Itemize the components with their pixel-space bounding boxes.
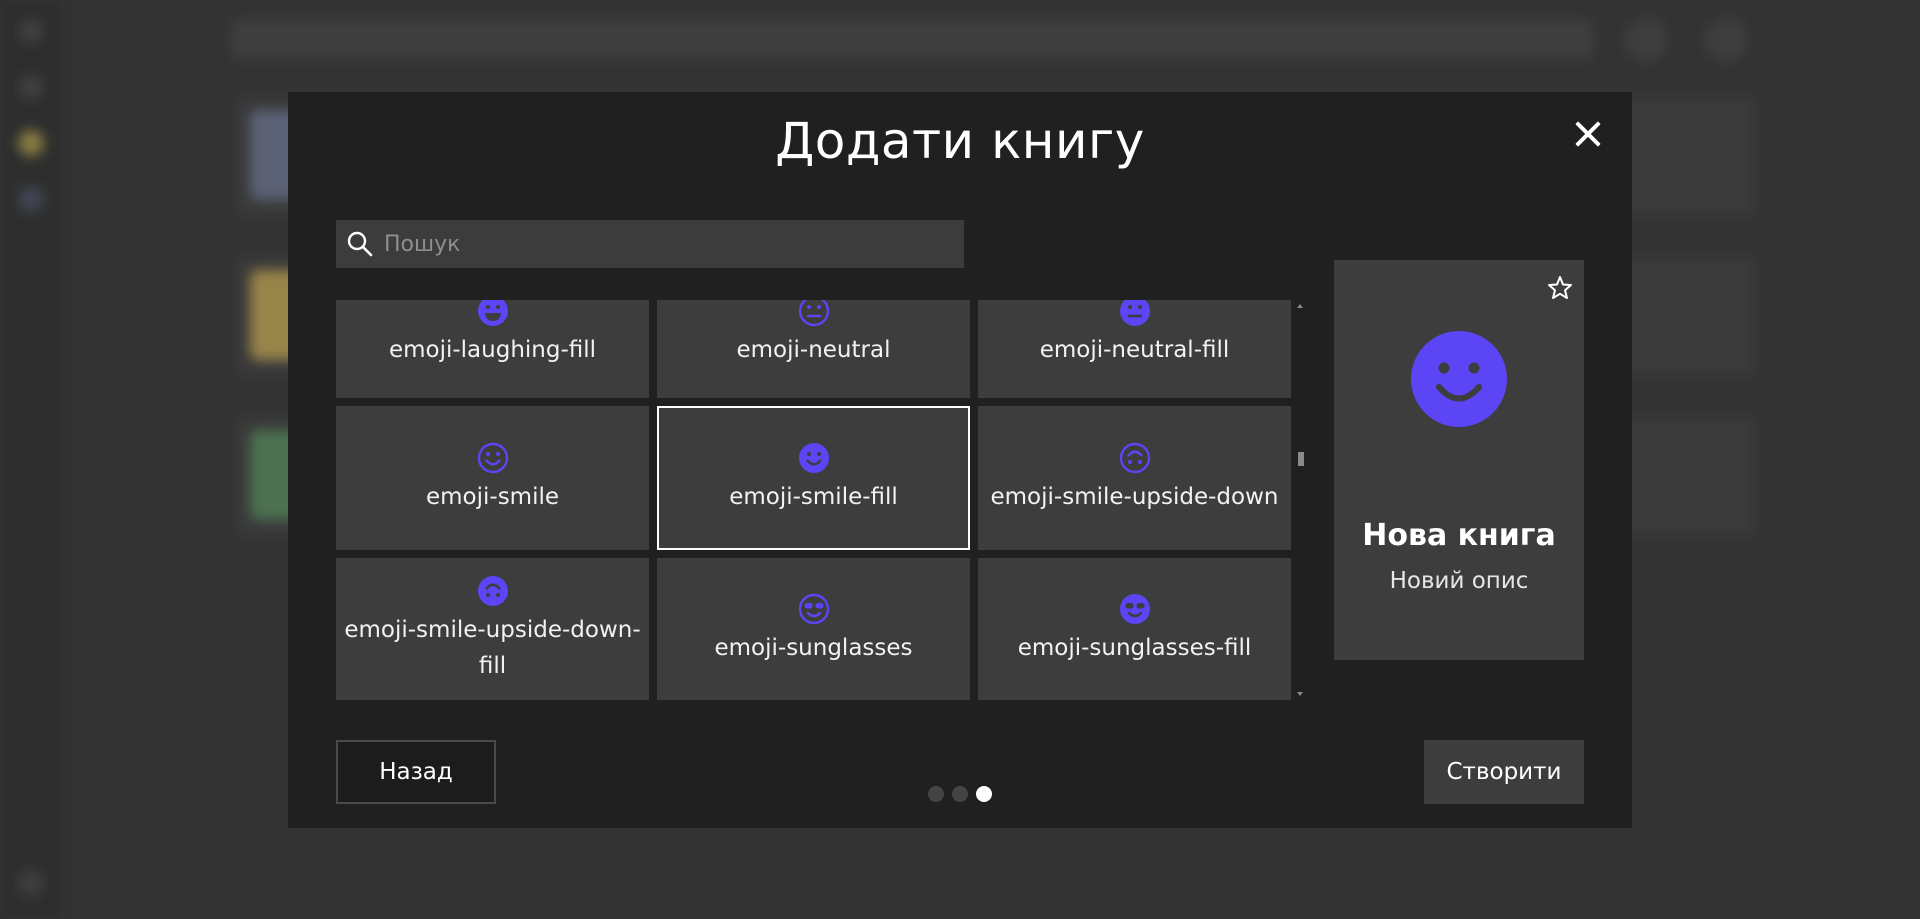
book-preview-card: Нова книга Новий опис	[1334, 260, 1584, 660]
close-icon[interactable]	[1570, 116, 1606, 152]
add-book-dialog: Додати книгу emoji-laughing-fill	[288, 92, 1632, 828]
icon-tile-emoji-laughing-fill[interactable]: emoji-laughing-fill	[336, 300, 649, 398]
back-button[interactable]: Назад	[336, 740, 496, 804]
scrollbar-thumb[interactable]	[1298, 452, 1304, 466]
icon-tile-label: emoji-neutral	[736, 337, 891, 363]
icon-tile-label: emoji-smile-upside-down-fill	[344, 617, 641, 679]
icon-tile-emoji-smile[interactable]: emoji-smile	[336, 406, 649, 550]
emoji-neutral-fill-icon	[1119, 300, 1150, 326]
preview-title: Нова книга	[1362, 518, 1556, 553]
icon-tile-emoji-neutral-fill[interactable]: emoji-neutral-fill	[978, 300, 1291, 398]
pagination-dots	[928, 786, 992, 802]
scroll-up-arrow[interactable]	[1297, 304, 1303, 308]
search-input[interactable]	[374, 220, 964, 268]
icon-tile-emoji-smile-upside-down[interactable]: emoji-smile-upside-down	[978, 406, 1291, 550]
emoji-smile-upside-down-icon	[1119, 442, 1150, 474]
icon-tile-emoji-smile-upside-down-fill[interactable]: emoji-smile-upside-down-fill	[336, 558, 649, 700]
icon-tile-emoji-neutral[interactable]: emoji-neutral	[657, 300, 970, 398]
icon-tile-label: emoji-laughing-fill	[388, 337, 597, 363]
scroll-down-arrow[interactable]	[1297, 692, 1303, 696]
search-icon	[347, 231, 373, 257]
star-icon[interactable]	[1546, 274, 1574, 302]
icon-tile-label: emoji-smile	[425, 484, 560, 510]
search-box	[336, 220, 964, 268]
emoji-smile-upside-down-fill-icon	[477, 576, 508, 606]
icon-tile-label: emoji-sunglasses-fill	[1017, 635, 1252, 661]
emoji-sunglasses-fill-icon	[1119, 594, 1150, 624]
emoji-laughing-fill-icon	[477, 300, 508, 326]
icon-tile-label: emoji-smile-upside-down	[990, 484, 1279, 510]
icon-tile-label: emoji-smile-fill	[729, 484, 898, 510]
pagination-dot[interactable]	[928, 786, 944, 802]
create-button[interactable]: Створити	[1424, 740, 1584, 804]
dialog-title: Додати книгу	[775, 112, 1145, 170]
icon-grid-scrollbar[interactable]	[1294, 300, 1308, 700]
icon-tile-emoji-smile-fill[interactable]: emoji-smile-fill	[657, 406, 970, 550]
icon-tile-emoji-sunglasses-fill[interactable]: emoji-sunglasses-fill	[978, 558, 1291, 700]
emoji-sunglasses-icon	[798, 593, 829, 625]
icon-tile-emoji-sunglasses[interactable]: emoji-sunglasses	[657, 558, 970, 700]
emoji-smile-fill-icon	[1411, 331, 1507, 427]
pagination-dot-active[interactable]	[976, 786, 992, 802]
preview-description: Новий опис	[1389, 568, 1529, 594]
emoji-smile-fill-icon	[798, 443, 829, 473]
icon-tile-label: emoji-neutral-fill	[1039, 337, 1230, 363]
emoji-smile-icon	[477, 442, 508, 474]
icon-tile-label: emoji-sunglasses	[714, 635, 913, 661]
pagination-dot[interactable]	[952, 786, 968, 802]
icon-grid: emoji-laughing-fill emoji-neutral emoji-…	[336, 300, 1294, 700]
emoji-neutral-icon	[798, 300, 829, 327]
